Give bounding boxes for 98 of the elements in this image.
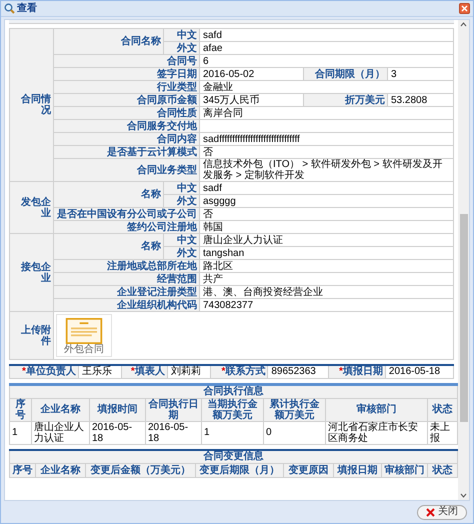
column-header: 合同执行日期 xyxy=(146,398,202,421)
scrollbar[interactable] xyxy=(458,20,469,500)
field-label: 折万美元 xyxy=(304,94,388,106)
field-label: 企业登记注册类型 xyxy=(54,286,200,298)
table-cell: 2016-05-18 xyxy=(146,421,202,444)
field-value: 743082377 xyxy=(200,298,454,312)
column-header: 审核部门 xyxy=(382,464,428,478)
field-value: tangshan xyxy=(200,246,454,260)
field-label: 合同性质 xyxy=(54,106,200,120)
close-button[interactable] xyxy=(459,3,470,14)
field-label: 中文 xyxy=(164,28,200,42)
field-label: 行业类型 xyxy=(54,80,200,94)
column-header: 变更原因 xyxy=(284,464,334,478)
field-label: 合同服务交付地 xyxy=(54,120,200,132)
table-cell: 2016-05-18 xyxy=(90,421,146,444)
table-cell: 0 xyxy=(264,421,326,444)
column-header: 变更后金额（万美元） xyxy=(86,464,196,478)
table-cell: 河北省石家庄市长安区商务处 xyxy=(326,421,428,444)
field-label: 外文 xyxy=(164,194,200,208)
column-header: 累计执行金额万美元 xyxy=(264,398,326,421)
table-title: 合同执行信息 xyxy=(10,384,458,398)
column-header: 当期执行金额万美元 xyxy=(202,398,264,421)
field-label: 名称 xyxy=(54,182,164,208)
field-value: 刘莉莉 xyxy=(167,365,211,378)
column-header: 变更后期限（月） xyxy=(196,464,284,478)
field-value: sadf xyxy=(200,182,454,194)
field-value: 路北区 xyxy=(200,260,454,272)
column-header: 序号 xyxy=(10,464,36,478)
field-label: 是否在中国设有分公司或子公司 xyxy=(54,208,200,220)
group-label: 上传附件 xyxy=(10,312,54,360)
field-label: 外文 xyxy=(164,42,200,54)
field-value: safd xyxy=(200,28,454,42)
field-value: 否 xyxy=(200,146,454,158)
table-cell: 1 xyxy=(10,421,32,444)
field-value: 2016-05-18 xyxy=(385,365,454,378)
column-header: 企业名称 xyxy=(36,464,86,478)
field-label: 签字日期 xyxy=(54,68,200,80)
required-mark: * xyxy=(221,366,226,378)
field-value: 王乐乐 xyxy=(78,365,122,378)
window-title: 查看 xyxy=(17,2,37,14)
field-value: 2016-05-02 xyxy=(200,68,304,80)
field-label: 联系方式 xyxy=(225,366,266,378)
field-label: 填报日期 xyxy=(342,366,383,378)
close-dialog-button[interactable]: 关闭 xyxy=(417,504,467,520)
field-label: 中文 xyxy=(164,234,200,246)
required-mark: * xyxy=(22,366,26,378)
field-value: 89652363 xyxy=(268,365,328,378)
field-value: 共产 xyxy=(200,272,454,286)
column-header: 状态 xyxy=(428,398,458,421)
table-cell: 未上报 xyxy=(428,421,458,444)
attachment-name: 外包合同 xyxy=(64,344,104,355)
field-value: 金融业 xyxy=(200,80,454,94)
column-header: 审核部门 xyxy=(326,398,428,421)
field-label: 填表人 xyxy=(134,366,165,378)
group-label: 接包企业 xyxy=(10,234,54,312)
field-label: 合同业务类型 xyxy=(54,158,200,182)
field-value: 港、澳、台商投资经营企业 xyxy=(200,286,454,298)
field-value: afae xyxy=(200,42,454,54)
close-icon xyxy=(461,5,468,12)
field-value: 3 xyxy=(388,68,454,80)
field-label: 单位负责人 xyxy=(26,366,76,378)
field-value: 唐山企业人力认证 xyxy=(200,234,454,246)
field-value: 否 xyxy=(200,208,454,220)
field-value: 韩国 xyxy=(200,220,454,234)
required-mark: * xyxy=(338,366,343,378)
field-value: 6 xyxy=(200,54,454,68)
required-mark: * xyxy=(130,366,135,378)
field-label: 签约公司注册地 xyxy=(54,220,200,234)
field-value: 离岸合同 xyxy=(200,106,454,120)
table-cell: 1 xyxy=(202,421,264,444)
group-label: 合同情况 xyxy=(10,28,54,182)
column-header: 填报日期 xyxy=(334,464,382,478)
column-header: 企业名称 xyxy=(32,398,90,421)
field-label: 注册地或总部所在地 xyxy=(54,260,200,272)
certificate-icon xyxy=(65,318,103,344)
column-header: 填报时间 xyxy=(90,398,146,421)
field-label: 合同名称 xyxy=(54,28,164,54)
field-value: sadfffffffffffffffffffffffffffffff xyxy=(200,132,454,146)
group-label: 发包企业 xyxy=(10,182,54,234)
attachment-thumbnail[interactable]: 外包合同 xyxy=(56,314,112,357)
field-value: asgggg xyxy=(200,194,454,208)
field-label: 企业组织机构代码 xyxy=(54,298,200,312)
table-title: 合同变更信息 xyxy=(10,450,458,464)
field-label: 合同原币金额 xyxy=(54,94,200,106)
field-label: 经营范围 xyxy=(54,272,200,286)
field-label: 是否基于云计算模式 xyxy=(54,146,200,158)
field-label: 合同期限（月） xyxy=(304,68,388,80)
field-label: 外文 xyxy=(164,246,200,260)
column-header: 状态 xyxy=(428,464,458,478)
field-label: 合同号 xyxy=(54,54,200,68)
field-label: 中文 xyxy=(164,182,200,194)
close-icon xyxy=(426,508,435,516)
table-cell: 唐山企业人力认证 xyxy=(32,421,90,444)
field-label: 合同内容 xyxy=(54,132,200,146)
field-value: 53.2808 xyxy=(388,94,454,106)
field-label: 名称 xyxy=(54,234,164,260)
column-header: 序号 xyxy=(10,398,32,421)
field-value: 345万人民币 xyxy=(200,94,304,106)
